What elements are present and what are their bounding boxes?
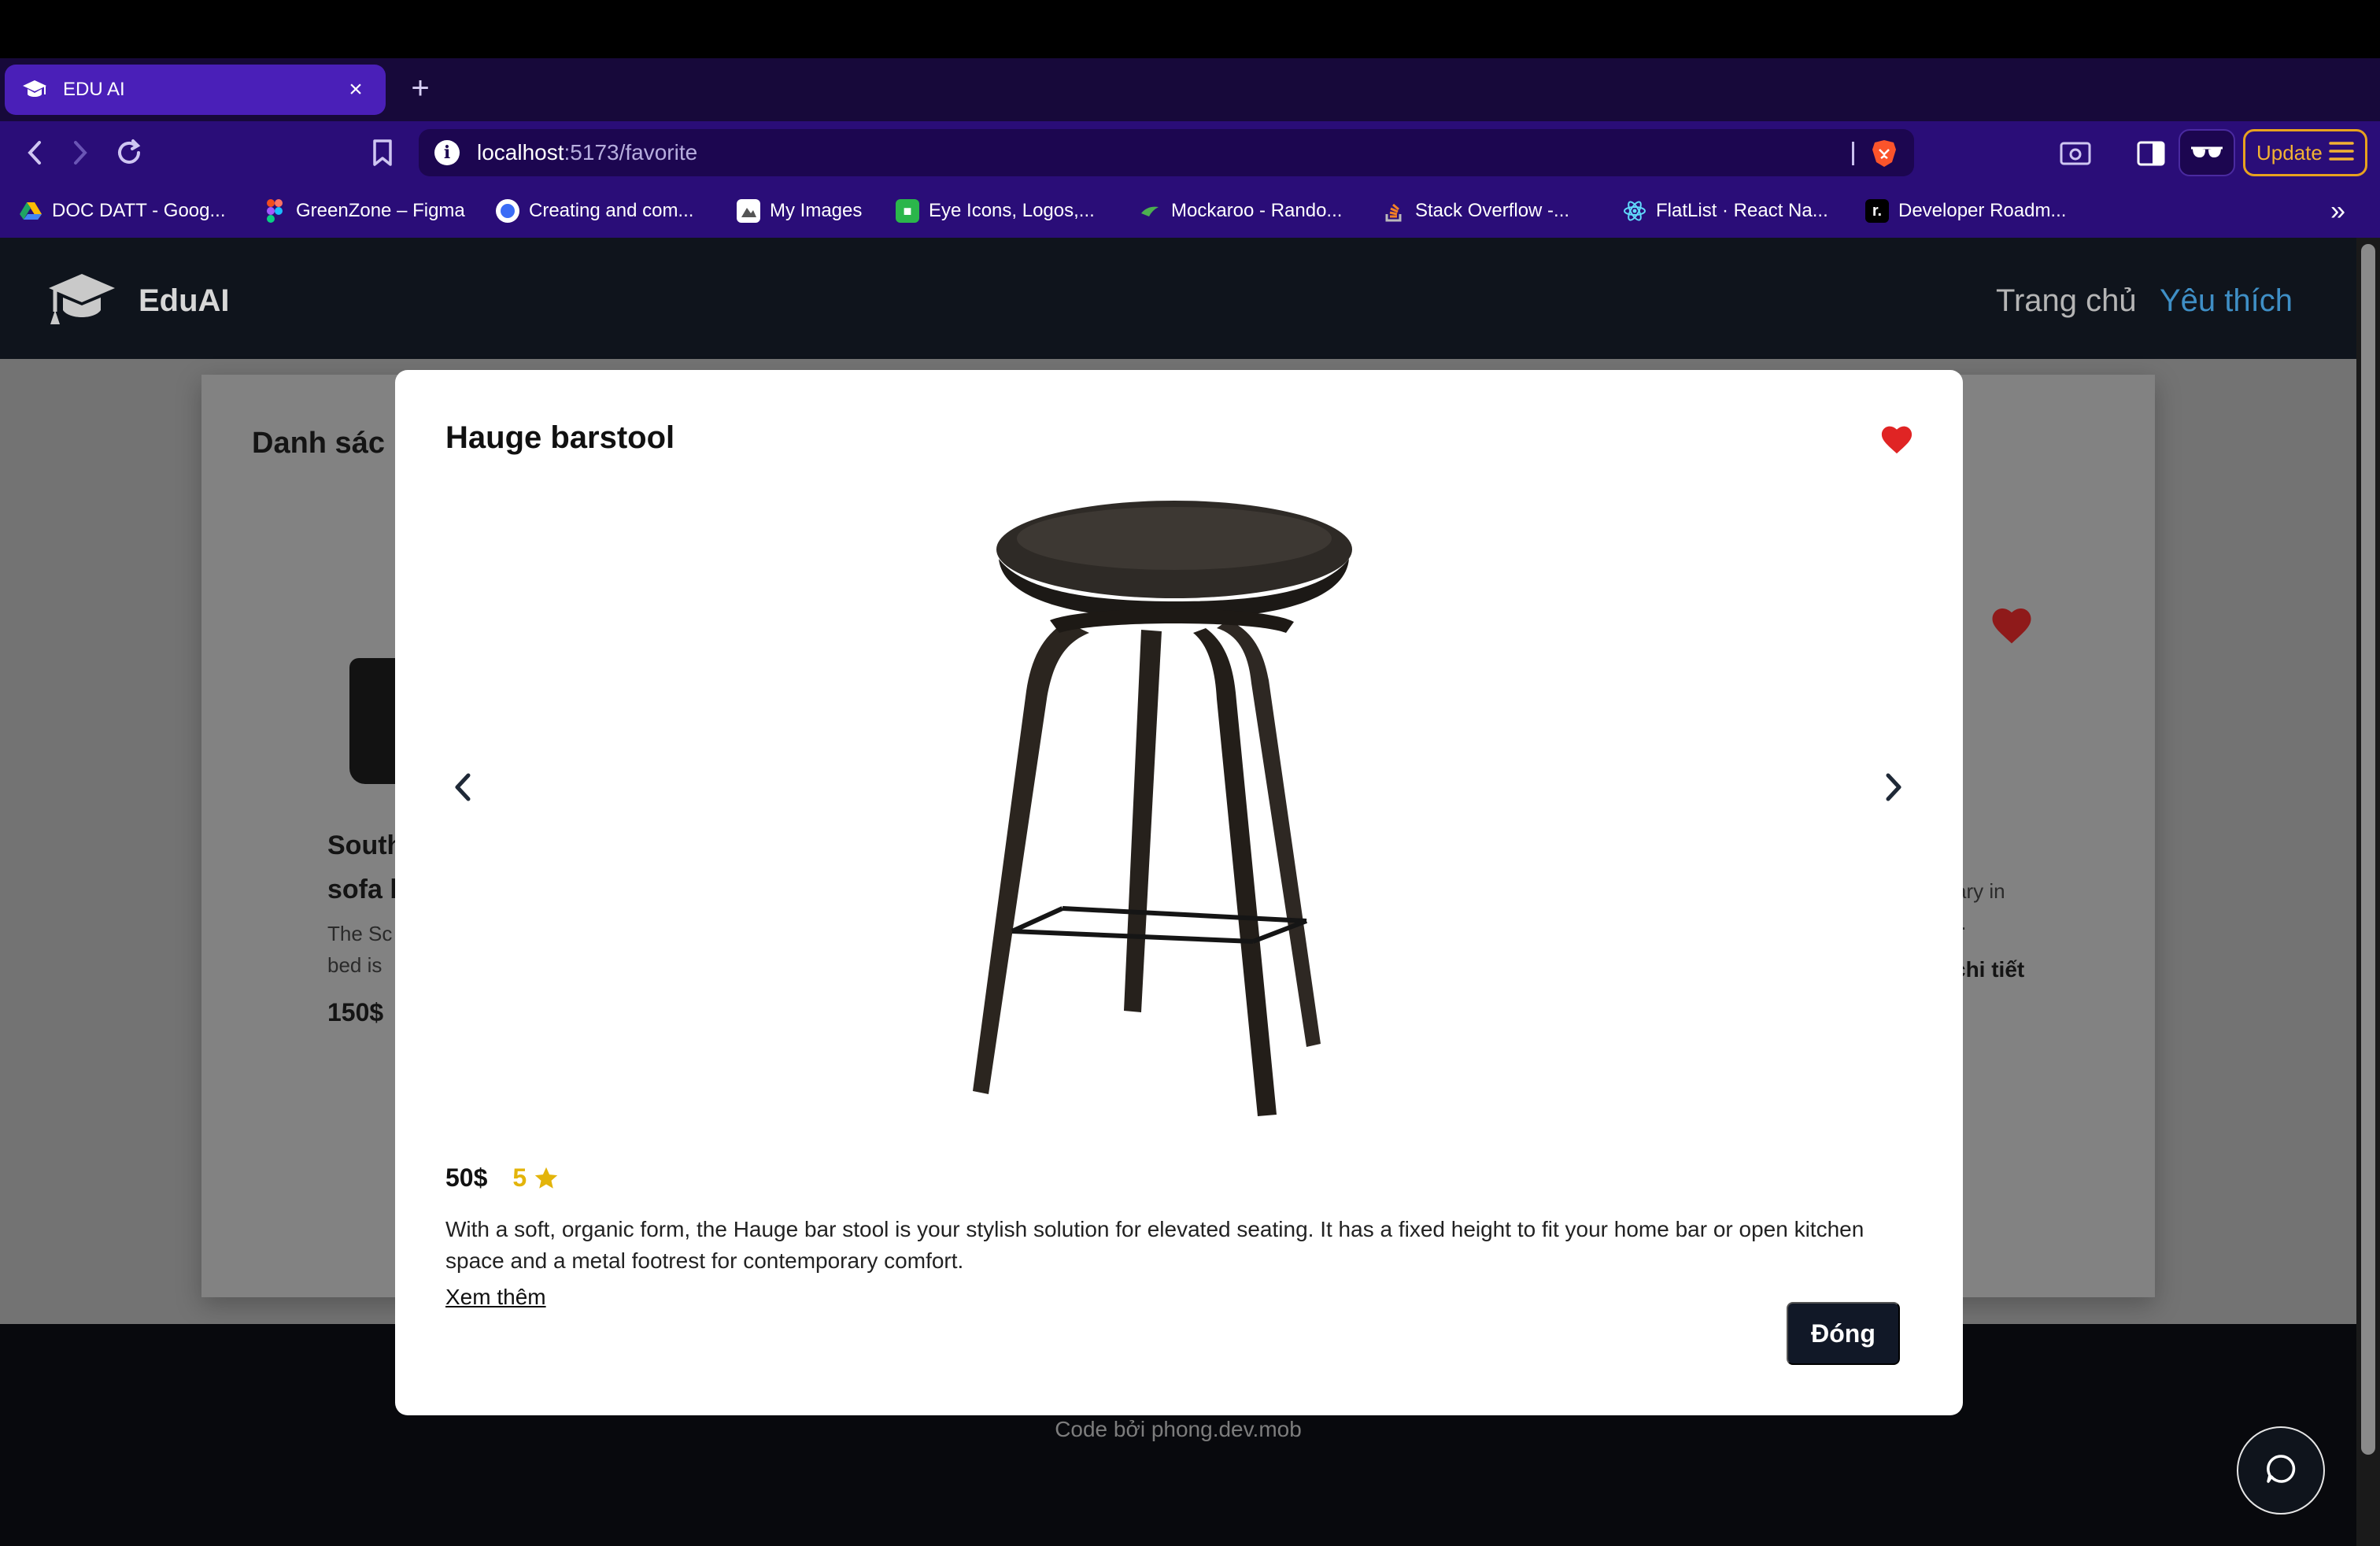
page-scrollbar[interactable]	[2356, 238, 2380, 1546]
address-divider	[1852, 142, 1854, 165]
screen: EDU AI × + i localhost :5173/favorite Up…	[0, 0, 2380, 1546]
menu-icon	[2329, 141, 2354, 165]
roadmap-icon: r.	[1865, 199, 1889, 223]
forward-icon[interactable]	[61, 134, 99, 172]
bookmark-label: DOC DATT - Goog...	[52, 200, 226, 221]
bookmark-label: FlatList · React Na...	[1656, 200, 1828, 221]
product-image	[955, 486, 1396, 1119]
product-description: The Sc bed is	[327, 918, 406, 981]
bookmark-item[interactable]: GreenZone – Figma	[263, 195, 465, 227]
bookmark-item[interactable]: Stack Overflow -...	[1382, 195, 1569, 227]
favorite-heart-icon[interactable]	[1879, 423, 1914, 455]
bookmark-label: Mockaroo - Rando...	[1171, 200, 1343, 221]
bookmark-item[interactable]: My Images	[737, 195, 862, 227]
bookmark-label: Eye Icons, Logos,...	[929, 200, 1095, 221]
bookmark-item[interactable]: DOC DATT - Goog...	[19, 195, 226, 227]
bookmark-icon[interactable]	[364, 134, 401, 172]
graduation-cap-icon	[22, 77, 47, 102]
bookmark-item[interactable]: FlatList · React Na...	[1623, 195, 1828, 227]
site-info-icon[interactable]: i	[434, 140, 460, 165]
address-bar[interactable]: i localhost :5173/favorite	[419, 129, 1914, 176]
google-drive-icon	[19, 199, 42, 223]
product-price: 50$	[445, 1163, 488, 1192]
update-button[interactable]: Update	[2243, 129, 2367, 176]
sidebar-toggle-icon[interactable]	[2133, 135, 2169, 172]
carousel-next-button[interactable]	[1872, 765, 1916, 809]
bookmarks-overflow-icon[interactable]: »	[2330, 195, 2345, 227]
mockaroo-icon	[1138, 199, 1162, 223]
brave-shields-icon[interactable]	[1870, 139, 1898, 168]
bookmark-item[interactable]: Mockaroo - Rando...	[1138, 195, 1342, 227]
tab-close-icon[interactable]: ×	[343, 77, 368, 102]
product-name-line: South	[327, 830, 404, 860]
product-name-line: sofa b	[327, 875, 406, 904]
graduation-cap-icon[interactable]	[47, 272, 116, 326]
figma-icon	[263, 199, 286, 223]
nav-favorites-link[interactable]: Yêu thích	[2160, 279, 2293, 323]
react-icon	[1623, 199, 1646, 223]
tab-edu-ai[interactable]: EDU AI ×	[5, 65, 386, 115]
bookmark-label: Developer Roadm...	[1898, 200, 2067, 221]
bookmark-label: Creating and com...	[529, 200, 694, 221]
product-rating: 5	[512, 1163, 527, 1192]
url-path: :5173/favorite	[564, 140, 698, 165]
product-name[interactable]: South sofa b	[327, 823, 406, 912]
product-detail-link[interactable]: chi tiết	[1953, 957, 2024, 982]
scrollbar-thumb[interactable]	[2361, 244, 2375, 1455]
iconscout-icon: ■	[896, 199, 919, 223]
bookmarks-bar: DOC DATT - Goog... GreenZone – Figma Cre…	[0, 184, 2380, 238]
chat-button[interactable]	[2237, 1426, 2325, 1515]
site-logo-text[interactable]: EduAI	[139, 279, 230, 323]
new-tab-button[interactable]: +	[403, 71, 438, 105]
price-rating-row: 50$ 5	[445, 1163, 560, 1193]
stackoverflow-icon	[1382, 199, 1406, 223]
modal-title: Hauge barstool	[445, 420, 675, 455]
carousel-prev-button[interactable]	[441, 765, 485, 809]
page-viewport: EduAI Trang chủ Yêu thích Danh sác South…	[0, 238, 2380, 1546]
bookmark-label: GreenZone – Figma	[296, 200, 465, 221]
nav-home-link[interactable]: Trang chủ	[1996, 279, 2137, 323]
bookmark-label: My Images	[770, 200, 863, 221]
heart-icon[interactable]	[1990, 605, 2034, 645]
chat-bubble-icon	[2265, 1453, 2297, 1489]
see-more-link[interactable]: Xem thêm	[445, 1285, 546, 1310]
tab-title: EDU AI	[63, 79, 125, 100]
reload-icon[interactable]	[110, 134, 148, 172]
close-modal-button[interactable]: Đóng	[1787, 1302, 1900, 1365]
update-label: Update	[2256, 140, 2323, 165]
bookmark-item[interactable]: Creating and com...	[496, 195, 693, 227]
star-icon	[533, 1165, 560, 1192]
bookmark-label: Stack Overflow -...	[1415, 200, 1570, 221]
product-detail-modal: Hauge barstool 50$ 5 With a soft, organi…	[395, 370, 1963, 1415]
image-icon	[737, 199, 760, 223]
product-description-line: bed is	[327, 953, 382, 977]
os-menu-bar	[0, 0, 2380, 58]
browser-toolbar: i localhost :5173/favorite Update	[0, 121, 2380, 184]
back-icon[interactable]	[16, 134, 54, 172]
screenshot-icon[interactable]	[2057, 135, 2094, 172]
globe-icon	[496, 199, 519, 223]
url-host: localhost	[477, 140, 564, 165]
bookmark-item[interactable]: ■ Eye Icons, Logos,...	[896, 195, 1095, 227]
chevron-left-icon	[455, 773, 471, 801]
chevron-right-icon	[1886, 773, 1901, 801]
product-price: 150$	[327, 998, 384, 1026]
tab-strip: EDU AI × +	[0, 58, 2380, 121]
leo-glasses-icon[interactable]	[2179, 129, 2235, 176]
product-description: With a soft, organic form, the Hauge bar…	[445, 1217, 1864, 1273]
bookmark-item[interactable]: r. Developer Roadm...	[1865, 195, 2066, 227]
product-description-line: The Sc	[327, 922, 393, 945]
panel-title: Danh sác	[252, 427, 385, 460]
footer-credit: Code bởi phong.dev.mob	[1055, 1417, 1302, 1441]
site-header: EduAI Trang chủ Yêu thích	[0, 238, 2356, 359]
